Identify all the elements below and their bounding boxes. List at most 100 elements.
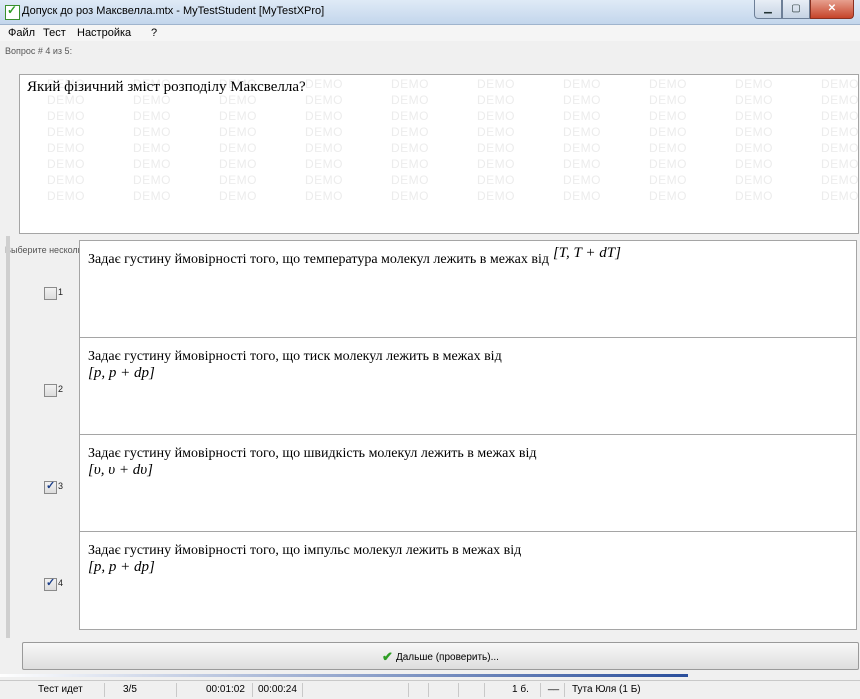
answer-checkbox-3[interactable] — [44, 479, 57, 494]
answer-1-formula: [T, T + dT] — [552, 245, 621, 261]
demo-watermark-text: DEMO — [305, 173, 343, 187]
demo-watermark-text: DEMO — [649, 93, 687, 107]
maximize-icon[interactable]: ▢ — [782, 0, 810, 19]
answer-option-2[interactable]: Задає густину ймовірності того, що тиск … — [79, 337, 857, 436]
answer-option-1[interactable]: Задає густину ймовірності того, що темпе… — [79, 240, 857, 339]
next-button-content: ✔ Дальше (проверить)... — [23, 649, 858, 665]
status-divider — [564, 683, 565, 697]
status-divider — [458, 683, 459, 697]
progress-fill — [0, 674, 688, 677]
answer-3-formula: [υ, υ + dυ] — [88, 462, 153, 478]
demo-watermark-text: DEMO — [305, 125, 343, 139]
demo-watermark-text: DEMO — [735, 93, 773, 107]
demo-watermark-text: DEMO — [391, 141, 429, 155]
status-time-question: 00:00:24 — [258, 684, 297, 695]
answer-text-1: Задає густину ймовірності того, що темпе… — [88, 245, 848, 268]
demo-watermark-text: DEMO — [47, 189, 85, 203]
demo-watermark-text: DEMO — [649, 141, 687, 155]
demo-watermark-text: DEMO — [735, 157, 773, 171]
window-title: Допуск до роз Максвелла.mtx - MyTestStud… — [22, 5, 325, 17]
demo-watermark-text: DEMO — [563, 173, 601, 187]
demo-watermark-text: DEMO — [563, 77, 601, 91]
menu-bar: Файл Тест Настройка ? — [0, 25, 860, 41]
answer-checkbox-4[interactable] — [44, 576, 57, 591]
answer-2-formula: [p, p + dp] — [88, 365, 155, 381]
demo-watermark-text: DEMO — [305, 93, 343, 107]
demo-watermark-text: DEMO — [391, 77, 429, 91]
demo-watermark-text: DEMO — [477, 93, 515, 107]
demo-watermark-text: DEMO — [133, 141, 171, 155]
status-divider — [302, 683, 303, 697]
question-panel: DEMO DEMO DEMO DEMO DEMO DEMO DEMO DEMO DEMO DEMO… — [19, 74, 859, 234]
answer-number-4: 4 — [58, 578, 64, 588]
answer-1-label: Задає густину ймовірності того, що темпе… — [88, 252, 549, 267]
demo-watermark-text: DEMO — [821, 189, 859, 203]
demo-watermark-text: DEMO — [735, 189, 773, 203]
menu-test[interactable]: Тест — [43, 27, 66, 39]
demo-watermark-text: DEMO — [219, 141, 257, 155]
left-scroll-track — [6, 236, 10, 638]
menu-help[interactable]: ? — [151, 27, 157, 39]
demo-watermark-text: DEMO — [133, 157, 171, 171]
close-icon[interactable]: ✕ — [810, 0, 854, 19]
demo-watermark-text: DEMO — [477, 141, 515, 155]
minimize-icon[interactable]: ▁ — [754, 0, 782, 19]
answer-text-3: Задає густину ймовірності того, що швидк… — [88, 445, 848, 479]
question-number-label: Вопрос # 4 из 5: — [5, 46, 73, 56]
demo-watermark-text: DEMO — [563, 189, 601, 203]
answer-checkbox-2[interactable] — [44, 384, 57, 397]
demo-watermark-text: DEMO — [219, 109, 257, 123]
demo-watermark-text: DEMO — [735, 109, 773, 123]
question-text: Який фізичний зміст розподілу Максвелла? — [27, 79, 306, 95]
demo-watermark-text: DEMO — [391, 173, 429, 187]
demo-watermark-text: DEMO — [219, 157, 257, 171]
demo-watermark-text: DEMO — [821, 125, 859, 139]
status-divider — [408, 683, 409, 697]
demo-watermark-text: DEMO — [563, 157, 601, 171]
demo-watermark-text: DEMO — [305, 141, 343, 155]
demo-watermark-text: DEMO — [821, 93, 859, 107]
next-button-label: Дальше (проверить)... — [395, 652, 499, 663]
answer-checkbox-1[interactable] — [44, 287, 57, 300]
demo-watermark-text: DEMO — [477, 157, 515, 171]
status-bar: Тест идет 3/5 00:01:02 00:00:24 1 б. __ … — [0, 680, 860, 699]
check-icon: ✔ — [382, 649, 393, 664]
status-divider — [176, 683, 177, 697]
demo-watermark-text: DEMO — [47, 157, 85, 171]
answer-option-4[interactable]: Задає густину ймовірності того, що імпул… — [79, 531, 857, 630]
next-check-button[interactable]: ✔ Дальше (проверить)... — [22, 642, 859, 670]
demo-watermark-text: DEMO — [735, 125, 773, 139]
demo-watermark-text: DEMO — [133, 109, 171, 123]
menu-file[interactable]: Файл — [8, 27, 35, 39]
demo-watermark-text: DEMO — [477, 109, 515, 123]
answer-option-3[interactable]: Задає густину ймовірності того, що швидк… — [79, 434, 857, 533]
title-bar: Допуск до роз Максвелла.mtx - MyTestStud… — [0, 0, 860, 25]
status-divider — [428, 683, 429, 697]
answer-3-label: Задає густину ймовірності того, що швидк… — [88, 446, 537, 461]
demo-watermark-text: DEMO — [649, 173, 687, 187]
demo-watermark-text: DEMO — [649, 77, 687, 91]
status-blank-field: __ — [548, 680, 560, 691]
app-check-icon — [5, 3, 20, 20]
demo-watermark-text: DEMO — [821, 141, 859, 155]
status-divider — [252, 683, 253, 697]
demo-watermark-text: DEMO — [219, 173, 257, 187]
demo-watermark-text: DEMO — [563, 141, 601, 155]
demo-watermark-text: DEMO — [649, 109, 687, 123]
demo-watermark-text: DEMO — [133, 125, 171, 139]
window-controls: ▁ ▢ ✕ — [754, 0, 854, 19]
demo-watermark-text: DEMO — [47, 141, 85, 155]
demo-watermark: DEMO DEMO DEMO DEMO DEMO DEMO DEMO DEMO DEMO DEMO… — [20, 75, 858, 233]
status-divider — [484, 683, 485, 697]
status-score: 1 б. — [512, 684, 529, 695]
demo-watermark-text: DEMO — [563, 125, 601, 139]
answer-text-4: Задає густину ймовірності того, що імпул… — [88, 542, 848, 576]
demo-watermark-text: DEMO — [477, 77, 515, 91]
answer-4-label: Задає густину ймовірності того, що імпул… — [88, 543, 522, 558]
demo-watermark-text: DEMO — [391, 189, 429, 203]
menu-settings[interactable]: Настройка — [77, 27, 131, 39]
answer-4-formula: [p, p + dp] — [88, 559, 155, 575]
answer-2-label: Задає густину ймовірності того, що тиск … — [88, 349, 502, 364]
status-time-total: 00:01:02 — [206, 684, 245, 695]
demo-watermark-text: DEMO — [391, 157, 429, 171]
